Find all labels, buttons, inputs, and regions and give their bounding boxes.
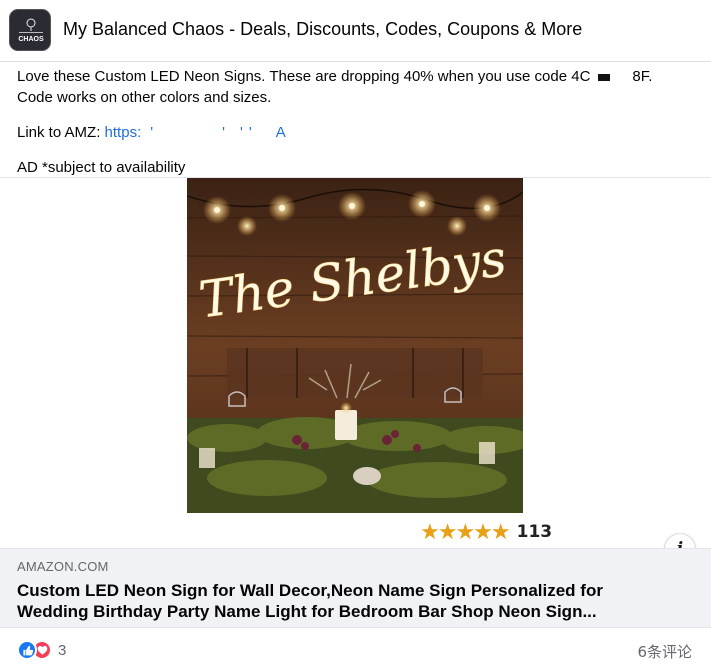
- page-name[interactable]: My Balanced Chaos - Deals, Discounts, Co…: [63, 19, 582, 40]
- reaction-count: 3: [58, 641, 67, 659]
- product-rating: ★★★★★ 113: [420, 519, 553, 544]
- link-domain: AMAZON.COM: [17, 559, 109, 574]
- post-line-1: Love these Custom LED Neon Signs. These …: [17, 66, 707, 87]
- page-avatar[interactable]: CHAOS: [9, 9, 51, 51]
- post-link-line: Link to AMZ: https: ' ' '' A: [17, 122, 707, 143]
- post-text-line1: Love these Custom LED Neon Signs. These …: [17, 68, 591, 85]
- comments-count[interactable]: 6条评论: [637, 641, 692, 662]
- link-caption[interactable]: AMAZON.COM Custom LED Neon Sign for Wall…: [0, 548, 711, 628]
- redaction-box: [598, 73, 611, 81]
- link-preview-card[interactable]: The Shelbys ★★★★★ 113 AMAZON.COM Custom …: [0, 177, 711, 628]
- like-reaction-icon: [17, 640, 37, 660]
- link-end: A: [275, 124, 286, 141]
- post-text-line1-end: 8F.: [632, 68, 653, 85]
- link-label: Link to AMZ:: [17, 124, 101, 141]
- link-start: https:: [104, 124, 142, 141]
- link-redacted: ' ' '': [141, 124, 276, 141]
- product-image[interactable]: The Shelbys: [187, 178, 523, 513]
- post-footer: 3 6条评论: [0, 627, 711, 672]
- star-rating-icon: ★★★★★: [420, 519, 511, 544]
- reactions-summary[interactable]: 3: [17, 640, 66, 660]
- post-body: Love these Custom LED Neon Signs. These …: [17, 66, 707, 178]
- ad-note: AD *subject to availability: [17, 159, 186, 176]
- rating-count: 113: [516, 522, 553, 542]
- preview-image-area[interactable]: The Shelbys ★★★★★ 113: [0, 178, 711, 548]
- post-header: CHAOS My Balanced Chaos - Deals, Discoun…: [0, 0, 711, 62]
- avatar-label: CHAOS: [18, 36, 44, 43]
- link-title[interactable]: Custom LED Neon Sign for Wall Decor,Neon…: [17, 580, 657, 622]
- amazon-link[interactable]: https: ' ' '' A: [105, 124, 286, 141]
- post-text-line2: Code works on other colors and sizes.: [17, 89, 272, 106]
